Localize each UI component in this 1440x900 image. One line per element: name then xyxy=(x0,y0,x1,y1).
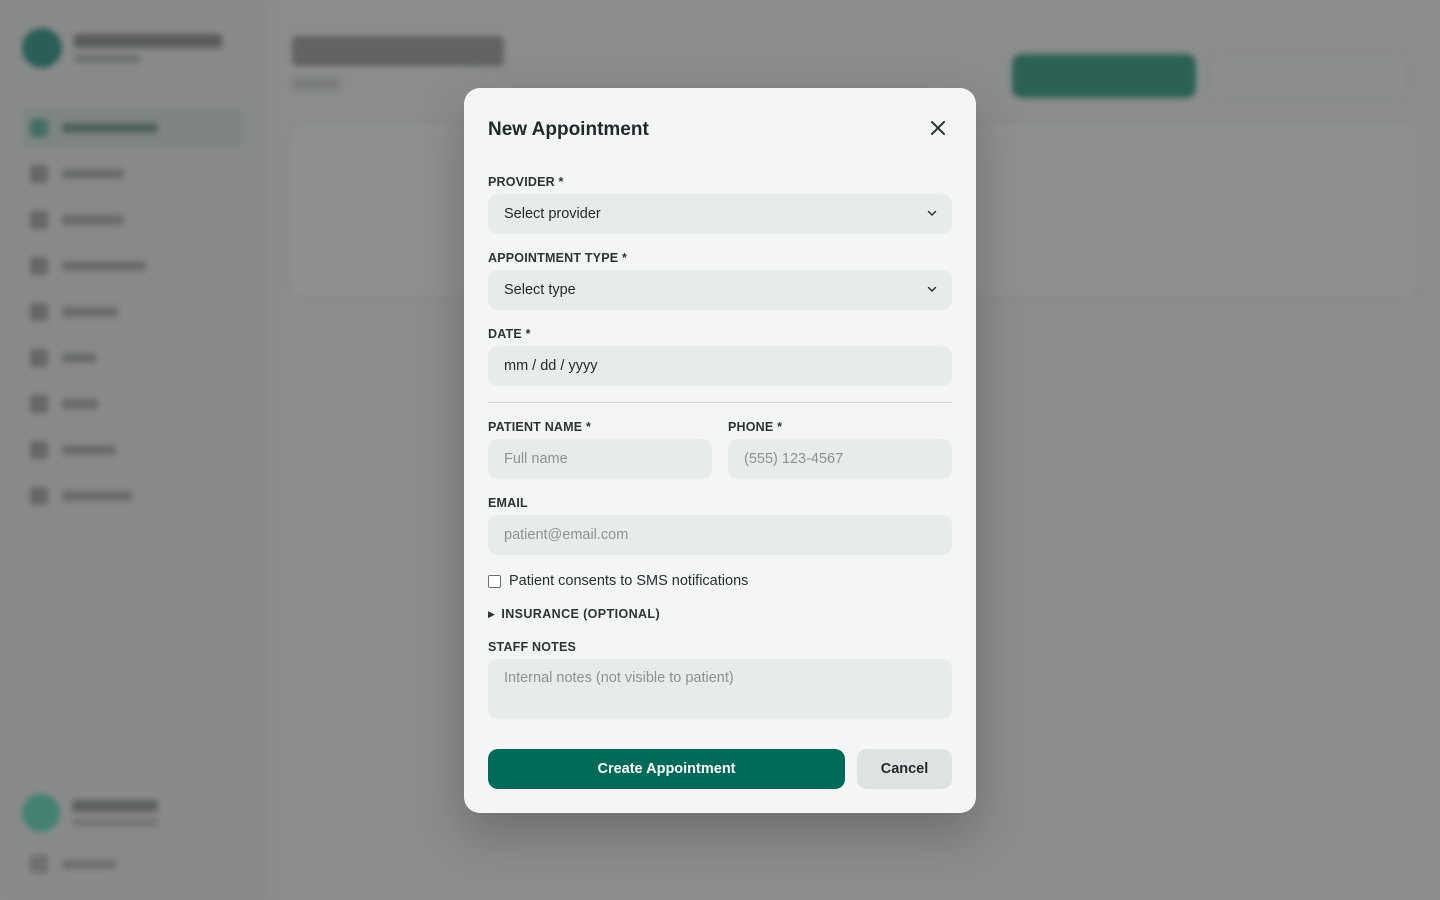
appointment-type-select[interactable]: Select type xyxy=(488,270,952,310)
email-input[interactable]: patient@email.com xyxy=(488,515,952,555)
close-icon xyxy=(931,121,945,135)
phone-label: PHONE * xyxy=(728,420,783,434)
date-input[interactable]: mm / dd / yyyy xyxy=(488,346,952,386)
provider-value: Select provider xyxy=(504,206,601,222)
phone-placeholder: (555) 123-4567 xyxy=(744,451,844,467)
chevron-down-icon xyxy=(927,210,937,216)
patient-name-label: PATIENT NAME * xyxy=(488,420,592,434)
patient-name-placeholder: Full name xyxy=(504,451,568,467)
appointment-type-value: Select type xyxy=(504,282,576,298)
sms-consent-checkbox[interactable] xyxy=(488,574,501,588)
provider-select[interactable]: Select provider xyxy=(488,194,952,234)
modal-title: New Appointment xyxy=(488,119,649,140)
phone-input[interactable]: (555) 123-4567 xyxy=(728,439,952,479)
chevron-down-icon xyxy=(927,286,937,292)
create-appointment-button[interactable]: Create Appointment xyxy=(488,749,845,789)
new-appointment-modal: New Appointment PROVIDER * Select provid… xyxy=(464,88,976,813)
patient-name-input[interactable]: Full name xyxy=(488,439,712,479)
email-placeholder: patient@email.com xyxy=(504,527,629,543)
triangle-right-icon: ▶ xyxy=(488,608,496,619)
staff-notes-label: STAFF NOTES xyxy=(488,640,577,654)
close-button[interactable] xyxy=(928,118,948,138)
divider xyxy=(488,402,952,403)
email-label: EMAIL xyxy=(488,496,528,510)
staff-notes-textarea[interactable]: Internal notes (not visible to patient) xyxy=(488,659,952,719)
date-value: mm / dd / yyyy xyxy=(504,358,598,374)
cancel-button[interactable]: Cancel xyxy=(857,749,952,789)
insurance-label: INSURANCE (OPTIONAL) xyxy=(501,607,661,621)
date-label: DATE * xyxy=(488,327,531,341)
sms-consent-row[interactable]: Patient consents to SMS notifications xyxy=(488,573,748,589)
insurance-toggle[interactable]: ▶ INSURANCE (OPTIONAL) xyxy=(488,607,660,621)
staff-notes-placeholder: Internal notes (not visible to patient) xyxy=(504,670,734,686)
appointment-type-label: APPOINTMENT TYPE * xyxy=(488,251,628,265)
provider-label: PROVIDER * xyxy=(488,175,564,189)
sms-consent-label[interactable]: Patient consents to SMS notifications xyxy=(509,573,748,589)
